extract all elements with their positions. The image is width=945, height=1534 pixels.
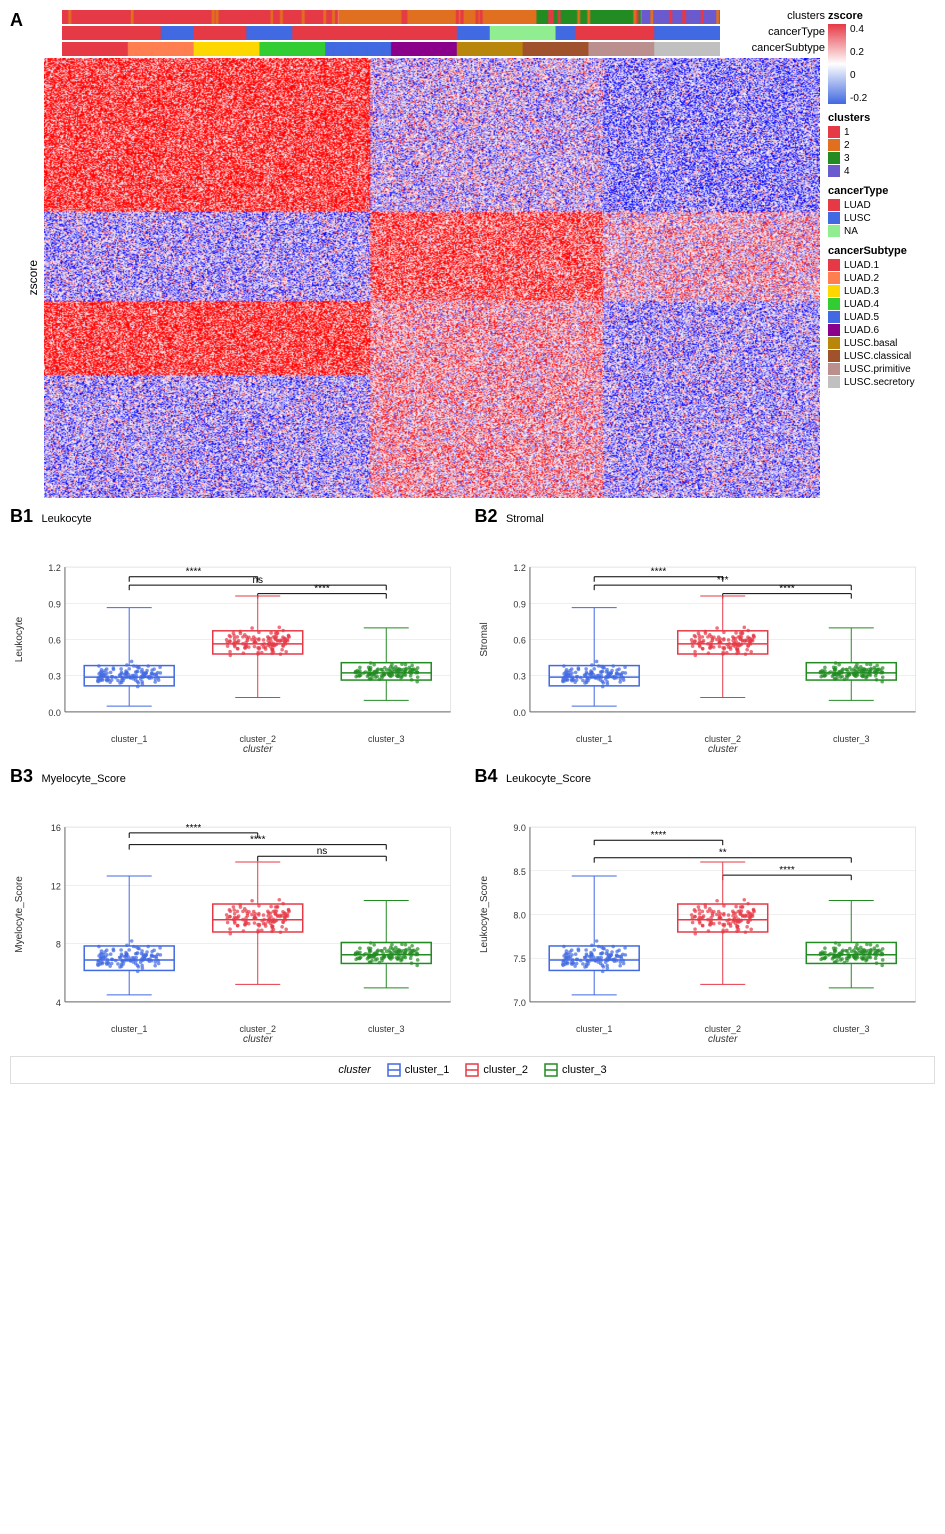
- svg-text:****: ****: [186, 567, 202, 578]
- cluster-3-legend: 3: [828, 152, 935, 164]
- cluster-4-swatch: [828, 165, 840, 177]
- panel-b2-label: B2: [475, 506, 498, 526]
- svg-text:****: ****: [650, 830, 666, 841]
- svg-text:cluster: cluster: [708, 744, 738, 755]
- lusc-legend: LUSC: [828, 212, 935, 224]
- panel-b1-subtitle: Leukocyte: [41, 513, 91, 525]
- svg-text:cluster_3: cluster_3: [833, 734, 869, 744]
- panel-b4: B4 Leukocyte_Score 7.07.58.08.59.0******…: [475, 766, 936, 1052]
- heatmap-ylabel: zscore: [26, 260, 40, 295]
- cluster-2-legend: 2: [828, 139, 935, 151]
- svg-text:8.5: 8.5: [513, 867, 526, 877]
- svg-text:cluster_1: cluster_1: [575, 1024, 611, 1034]
- legend-cluster1: cluster_1: [387, 1063, 450, 1077]
- zscore-labels: 0.4 0.2 0 -0.2: [850, 24, 867, 104]
- svg-text:****: ****: [650, 567, 666, 578]
- svg-text:ns: ns: [252, 575, 263, 586]
- svg-text:cluster_1: cluster_1: [575, 734, 611, 744]
- cancersubtype-legend-title: cancerSubtype: [828, 245, 935, 257]
- bottom-legend: cluster cluster_1 cluster_2 cluster_3: [10, 1056, 935, 1084]
- clusters-annotation-bar: [62, 10, 720, 24]
- svg-text:0.0: 0.0: [48, 708, 61, 718]
- svg-text:8.0: 8.0: [513, 910, 526, 920]
- svg-text:Leukocyte: Leukocyte: [14, 616, 25, 662]
- svg-text:****: ****: [314, 584, 330, 595]
- boxplot-b4-svg: 7.07.58.08.59.0**********cluster_1cluste…: [475, 787, 936, 1047]
- svg-text:****: ****: [779, 584, 795, 595]
- cluster-1-swatch: [828, 126, 840, 138]
- svg-text:cluster_2: cluster_2: [704, 1024, 740, 1034]
- cluster-2-swatch: [828, 139, 840, 151]
- svg-text:0.6: 0.6: [513, 635, 526, 645]
- panel-b2: B2 Stromal 0.00.30.60.91.2***********clu…: [475, 506, 936, 762]
- svg-text:0.9: 0.9: [513, 599, 526, 609]
- svg-text:cluster_3: cluster_3: [833, 1024, 869, 1034]
- svg-text:0.6: 0.6: [48, 635, 61, 645]
- heatmap-legend: zscore 0.4 0.2 0 -0.2 clusters 1: [820, 10, 935, 498]
- svg-text:0.3: 0.3: [48, 672, 61, 682]
- zscore-colorbar: [828, 24, 846, 104]
- svg-text:9.0: 9.0: [513, 823, 526, 833]
- cluster-1-legend: 1: [828, 126, 935, 138]
- panel-b3-label: B3: [10, 766, 33, 786]
- svg-text:cluster_3: cluster_3: [368, 1024, 404, 1034]
- svg-text:Leukocyte_Score: Leukocyte_Score: [478, 876, 489, 953]
- svg-text:cluster: cluster: [708, 1034, 738, 1045]
- cancersubtype-label: cancerSubtype: [752, 42, 825, 54]
- heatmap-canvas: [44, 58, 820, 498]
- panel-a-label: A: [10, 10, 23, 31]
- svg-text:cluster_2: cluster_2: [704, 734, 740, 744]
- svg-text:***: ***: [716, 575, 728, 586]
- panel-b3-subtitle: Myelocyte_Score: [41, 773, 125, 785]
- svg-text:0.9: 0.9: [48, 599, 61, 609]
- legend-cluster3: cluster_3: [544, 1063, 607, 1077]
- svg-text:cluster: cluster: [243, 744, 273, 755]
- svg-text:8: 8: [56, 940, 61, 950]
- svg-text:1.2: 1.2: [513, 563, 526, 573]
- legend-title: cluster: [338, 1064, 370, 1076]
- luad-legend: LUAD: [828, 199, 935, 211]
- panel-b4-label: B4: [475, 766, 498, 786]
- svg-text:cluster_1: cluster_1: [111, 734, 147, 744]
- cancertype-annotation-bar: [62, 26, 720, 40]
- cluster-4-legend: 4: [828, 165, 935, 177]
- svg-text:0.3: 0.3: [513, 672, 526, 682]
- cancersubtype-annotation-bar: [62, 42, 720, 56]
- svg-text:cluster_2: cluster_2: [239, 1024, 275, 1034]
- panel-b1-label: B1: [10, 506, 33, 526]
- svg-text:4: 4: [56, 998, 61, 1008]
- svg-text:7.5: 7.5: [513, 954, 526, 964]
- svg-text:****: ****: [779, 865, 795, 876]
- svg-text:****: ****: [250, 835, 266, 846]
- svg-text:0.0: 0.0: [513, 708, 526, 718]
- svg-text:Myelocyte_Score: Myelocyte_Score: [14, 876, 25, 953]
- na-legend: NA: [828, 225, 935, 237]
- svg-text:cluster_1: cluster_1: [111, 1024, 147, 1034]
- svg-text:cluster_2: cluster_2: [239, 734, 275, 744]
- panel-b2-subtitle: Stromal: [506, 513, 544, 525]
- cancertype-label: cancerType: [768, 26, 825, 38]
- svg-text:ns: ns: [317, 846, 328, 857]
- clusters-label: clusters: [787, 10, 825, 22]
- legend-cluster2: cluster_2: [465, 1063, 528, 1077]
- cluster-3-swatch: [828, 152, 840, 164]
- panel-b3: B3 Myelocyte_Score 4 8 12 16 **** **** ns clust…: [10, 766, 471, 1052]
- svg-text:**: **: [718, 848, 726, 859]
- svg-text:7.0: 7.0: [513, 998, 526, 1008]
- svg-text:16: 16: [51, 823, 61, 833]
- svg-text:****: ****: [186, 823, 202, 834]
- panel-b4-subtitle: Leukocyte_Score: [506, 773, 591, 785]
- svg-text:cluster: cluster: [243, 1034, 273, 1045]
- zscore-legend-title: zscore: [828, 10, 935, 22]
- cancertype-legend-title: cancerType: [828, 185, 935, 197]
- svg-text:1.2: 1.2: [48, 563, 61, 573]
- svg-text:Stromal: Stromal: [478, 622, 489, 656]
- clusters-legend-title: clusters: [828, 112, 935, 124]
- panel-b1: B1 Leukocyte 0.0 0.3 0.6 0.9 1.2 **** ns **** cl…: [10, 506, 471, 762]
- boxplot-b1-svg: 0.00.30.60.91.2****ns****cluster_1cluste…: [10, 527, 471, 757]
- boxplot-b3-svg: 481216********nscluster_1cluster_2cluste…: [10, 787, 471, 1047]
- boxplot-b2-svg: 0.00.30.60.91.2***********cluster_1clust…: [475, 527, 936, 757]
- svg-text:12: 12: [51, 881, 61, 891]
- svg-text:cluster_3: cluster_3: [368, 734, 404, 744]
